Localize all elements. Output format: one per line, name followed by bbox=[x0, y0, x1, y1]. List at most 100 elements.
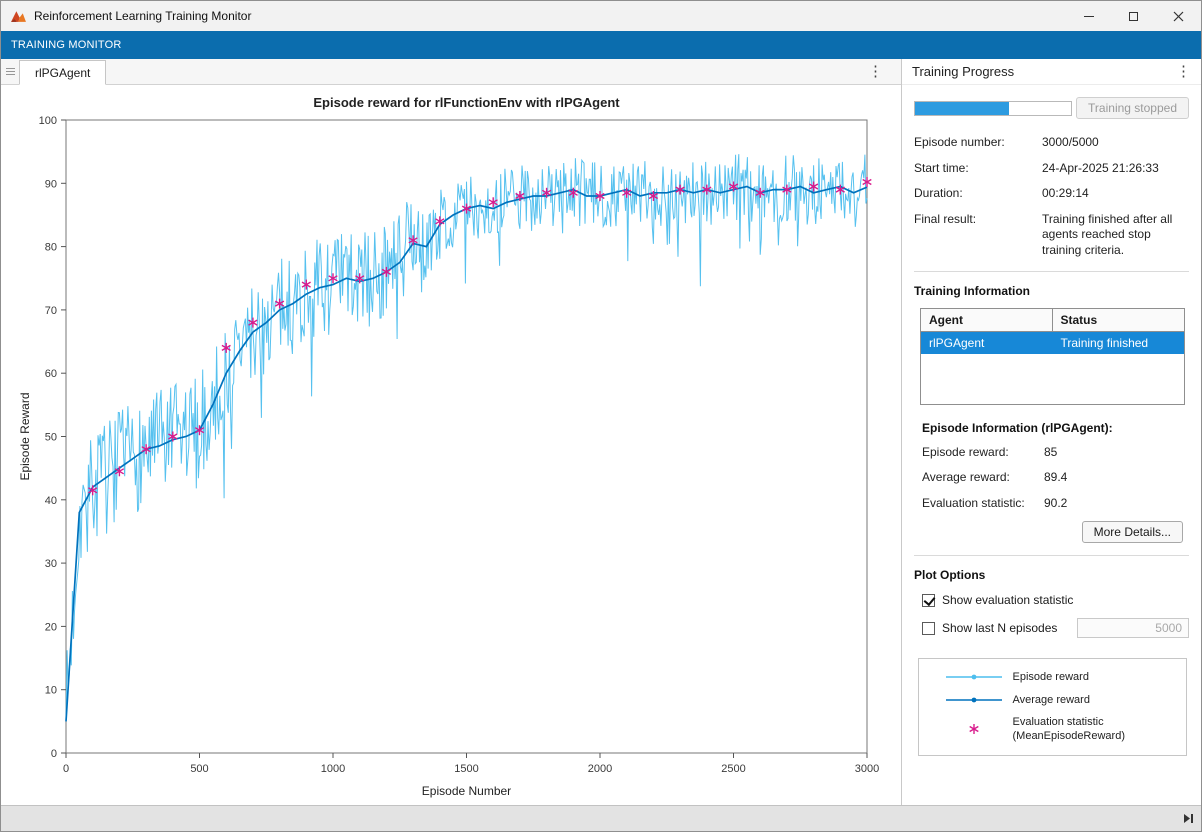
tab-label: rlPGAgent bbox=[35, 66, 90, 80]
tab-rlpgagent[interactable]: rlPGAgent bbox=[19, 60, 106, 85]
document-area: rlPGAgent ⋮ 0500100015002000250030000102… bbox=[1, 59, 902, 805]
field-label: Evaluation statistic: bbox=[922, 496, 1044, 510]
field-label: Episode reward: bbox=[922, 445, 1044, 459]
status-cell: Training finished bbox=[1053, 332, 1185, 354]
svg-text:0: 0 bbox=[63, 763, 69, 775]
svg-text:2000: 2000 bbox=[588, 763, 612, 775]
svg-text:10: 10 bbox=[45, 685, 57, 697]
svg-text:60: 60 bbox=[45, 368, 57, 380]
legend-item-episode-reward: Episode reward bbox=[925, 670, 1180, 684]
training-progress-bar bbox=[914, 101, 1072, 116]
table-header-row: Agent Status bbox=[921, 309, 1184, 332]
episode-reward-row: Episode reward: 85 bbox=[922, 445, 1189, 461]
evaluation-statistic-marker-icon bbox=[945, 722, 1003, 736]
column-header-status: Status bbox=[1053, 309, 1185, 331]
plot-options-heading: Plot Options bbox=[914, 568, 1189, 582]
svg-text:3000: 3000 bbox=[855, 763, 879, 775]
svg-text:20: 20 bbox=[45, 621, 57, 633]
episode-reward-chart[interactable]: 0500100015002000250030000102030405060708… bbox=[1, 85, 902, 807]
legend-item-average-reward: Average reward bbox=[925, 693, 1180, 707]
chart-area: 0500100015002000250030000102030405060708… bbox=[1, 85, 901, 810]
minimize-button[interactable] bbox=[1066, 1, 1111, 31]
legend-label: Episode reward bbox=[1013, 670, 1161, 684]
tab-options-kebab-icon[interactable]: ⋮ bbox=[868, 64, 883, 79]
svg-text:Episode Number: Episode Number bbox=[422, 784, 511, 798]
more-details-button[interactable]: More Details... bbox=[1082, 521, 1183, 543]
more-details-row: More Details... bbox=[914, 521, 1183, 543]
field-value: 85 bbox=[1044, 445, 1189, 461]
checkbox-label: Show evaluation statistic bbox=[942, 593, 1073, 607]
episode-reward-marker-icon bbox=[945, 671, 1003, 683]
document-tabbar: rlPGAgent ⋮ bbox=[1, 59, 901, 85]
episode-information-heading: Episode Information (rlPGAgent): bbox=[922, 421, 1189, 435]
field-label: Episode number: bbox=[914, 135, 1042, 149]
chart-legend: Episode reward Average reward Evaluation… bbox=[918, 658, 1187, 755]
field-label: Start time: bbox=[914, 161, 1042, 175]
evaluation-statistic-row: Evaluation statistic: 90.2 bbox=[922, 496, 1189, 512]
svg-text:100: 100 bbox=[39, 115, 57, 127]
titlebar: Reinforcement Learning Training Monitor bbox=[1, 1, 1201, 31]
field-label: Final result: bbox=[914, 212, 1042, 226]
field-value: 3000/5000 bbox=[1042, 135, 1189, 151]
svg-text:1000: 1000 bbox=[321, 763, 345, 775]
divider bbox=[914, 555, 1189, 556]
svg-text:80: 80 bbox=[45, 242, 57, 254]
window-controls bbox=[1066, 1, 1201, 31]
show-evaluation-checkbox[interactable]: Show evaluation statistic bbox=[922, 593, 1189, 607]
minimize-icon bbox=[1084, 16, 1094, 17]
maximize-button[interactable] bbox=[1111, 1, 1156, 31]
training-info-table: Agent Status rlPGAgent Training finished bbox=[920, 308, 1185, 405]
maximize-icon bbox=[1129, 12, 1138, 21]
app-window: Reinforcement Learning Training Monitor … bbox=[0, 0, 1202, 832]
close-button[interactable] bbox=[1156, 1, 1201, 31]
field-value: 89.4 bbox=[1044, 470, 1189, 486]
divider bbox=[914, 271, 1189, 272]
svg-text:50: 50 bbox=[45, 432, 57, 444]
tab-training-monitor[interactable]: TRAINING MONITOR bbox=[11, 39, 122, 51]
final-result-row: Final result: Training finished after al… bbox=[914, 212, 1189, 259]
svg-text:90: 90 bbox=[45, 178, 57, 190]
duration-row: Duration: 00:29:14 bbox=[914, 186, 1189, 202]
svg-text:70: 70 bbox=[45, 305, 57, 317]
show-last-n-checkbox[interactable]: Show last N episodes bbox=[922, 618, 1189, 638]
table-row[interactable]: rlPGAgent Training finished bbox=[921, 332, 1184, 354]
svg-text:Episode reward for rlFunctionE: Episode reward for rlFunctionEnv with rl… bbox=[313, 95, 620, 110]
matlab-logo-icon bbox=[10, 8, 27, 25]
average-reward-marker-icon bbox=[945, 694, 1003, 706]
svg-text:2500: 2500 bbox=[721, 763, 745, 775]
field-label: Average reward: bbox=[922, 470, 1044, 484]
checkbox-icon bbox=[922, 594, 935, 607]
table-empty-area bbox=[921, 354, 1184, 404]
training-progress-panel: Training Progress ⋮ Training stopped Epi… bbox=[902, 59, 1201, 805]
legend-label: Evaluation statistic (MeanEpisodeReward) bbox=[1013, 715, 1161, 744]
average-reward-row: Average reward: 89.4 bbox=[922, 470, 1189, 486]
main-content: rlPGAgent ⋮ 0500100015002000250030000102… bbox=[1, 59, 1201, 805]
progress-row: Training stopped bbox=[914, 97, 1189, 119]
field-value: Training finished after all agents reach… bbox=[1042, 212, 1189, 259]
progress-fill bbox=[915, 102, 1009, 115]
last-n-episodes-input[interactable] bbox=[1077, 618, 1189, 638]
field-value: 24-Apr-2025 21:26:33 bbox=[1042, 161, 1189, 177]
field-value: 90.2 bbox=[1044, 496, 1189, 512]
expand-panel-icon[interactable] bbox=[1183, 813, 1194, 824]
field-value: 00:29:14 bbox=[1042, 186, 1189, 202]
svg-text:Episode Reward: Episode Reward bbox=[18, 392, 32, 480]
panel-title: Training Progress bbox=[912, 64, 1014, 79]
episode-information-block: Episode Information (rlPGAgent): Episode… bbox=[922, 421, 1189, 512]
legend-item-evaluation-statistic: Evaluation statistic (MeanEpisodeReward) bbox=[925, 715, 1180, 744]
svg-text:1500: 1500 bbox=[454, 763, 478, 775]
checkbox-label: Show last N episodes bbox=[942, 621, 1057, 635]
statusbar bbox=[1, 805, 1201, 831]
svg-text:40: 40 bbox=[45, 495, 57, 507]
panel-header: Training Progress ⋮ bbox=[902, 59, 1201, 85]
checkbox-icon bbox=[922, 622, 935, 635]
drag-grip-icon bbox=[6, 68, 15, 69]
toolstrip-tabbar: TRAINING MONITOR bbox=[1, 31, 1201, 59]
panel-options-kebab-icon[interactable]: ⋮ bbox=[1176, 64, 1191, 79]
close-icon bbox=[1173, 11, 1184, 22]
start-time-row: Start time: 24-Apr-2025 21:26:33 bbox=[914, 161, 1189, 177]
column-header-agent: Agent bbox=[921, 309, 1053, 331]
panel-body: Training stopped Episode number: 3000/50… bbox=[902, 85, 1201, 805]
svg-text:0: 0 bbox=[51, 748, 57, 760]
training-stopped-button[interactable]: Training stopped bbox=[1076, 97, 1189, 119]
